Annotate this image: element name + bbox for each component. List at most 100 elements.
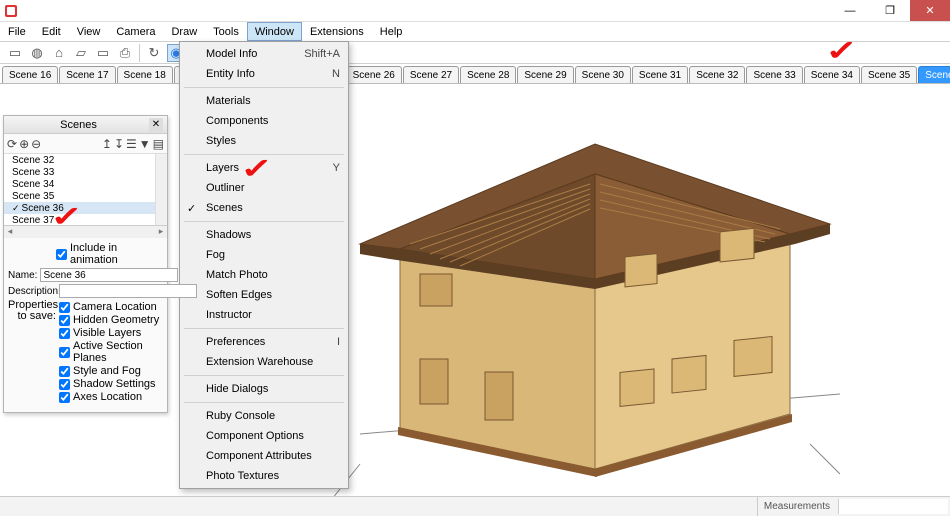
scene-tab[interactable]: Scene 33 (746, 66, 802, 83)
scene-description-input[interactable] (59, 284, 197, 298)
scenes-view-icon[interactable]: ☰ (126, 137, 137, 151)
scenes-details-icon[interactable]: ▤ (153, 137, 164, 151)
menu-item[interactable]: Components (182, 111, 346, 131)
scenes-list-item[interactable]: Scene 37 (4, 214, 167, 226)
scene-tab[interactable]: Scene 34 (804, 66, 860, 83)
menu-item-label: Component Options (206, 430, 304, 442)
scenes-panel-header[interactable]: Scenes ✕ (4, 116, 167, 134)
property-label: Style and Fog (73, 365, 141, 377)
menu-item[interactable]: Model InfoShift+A (182, 44, 346, 64)
menu-item[interactable]: Outliner (182, 178, 346, 198)
property-checkbox[interactable] (59, 302, 70, 313)
scene-tab[interactable]: Scene 30 (575, 66, 631, 83)
scene-tab[interactable]: Scene 35 (861, 66, 917, 83)
menu-item[interactable]: ✓Scenes (182, 198, 346, 218)
menu-edit[interactable]: Edit (34, 22, 69, 41)
menu-item[interactable]: Photo Textures (182, 466, 346, 486)
scenes-scrollbar-v[interactable] (155, 154, 167, 225)
scenes-list-item[interactable]: Scene 35 (4, 190, 167, 202)
scenes-list-item[interactable]: Scene 34 (4, 178, 167, 190)
scene-tab[interactable]: Scene 28 (460, 66, 516, 83)
scenes-list-item[interactable]: ✓Scene 36 (4, 202, 167, 214)
titlebar: — ❐ ✕ (0, 0, 950, 22)
include-in-animation-checkbox[interactable] (56, 249, 67, 260)
scenes-menu-icon[interactable]: ▼ (139, 137, 151, 151)
menu-item[interactable]: Component Attributes (182, 446, 346, 466)
scene-tab[interactable]: Scene 16 (2, 66, 58, 83)
scene-tab[interactable]: Scene 18 (117, 66, 173, 83)
toolbar-btn-1[interactable]: ▭ (6, 44, 24, 62)
menu-file[interactable]: File (0, 22, 34, 41)
minimize-button[interactable]: — (830, 0, 870, 21)
menu-item-label: Fog (206, 249, 225, 261)
scene-name-input[interactable] (40, 268, 178, 282)
scene-tab[interactable]: Scene 17 (59, 66, 115, 83)
menu-item[interactable]: Component Options (182, 426, 346, 446)
menu-item[interactable]: Ruby Console (182, 406, 346, 426)
menu-item[interactable]: Hide Dialogs (182, 379, 346, 399)
scenes-list[interactable]: Scene 32Scene 33Scene 34Scene 35✓Scene 3… (4, 154, 167, 226)
toolbar-btn-6[interactable]: ⎙ (116, 44, 134, 62)
scenes-add-icon[interactable]: ⊕ (19, 137, 29, 151)
close-button[interactable]: ✕ (910, 0, 950, 21)
scenes-panel[interactable]: Scenes ✕ ⟳ ⊕ ⊖ ↥ ↧ ☰ ▼ ▤ Scene 32Scene 3… (3, 115, 168, 413)
menu-item[interactable]: Materials (182, 91, 346, 111)
menu-camera[interactable]: Camera (108, 22, 163, 41)
menu-item[interactable]: Soften Edges (182, 285, 346, 305)
scene-tab[interactable]: Scene 32 (689, 66, 745, 83)
property-checkbox[interactable] (59, 366, 70, 377)
scenes-remove-icon[interactable]: ⊖ (31, 137, 41, 151)
property-checkbox[interactable] (59, 315, 70, 326)
property-checkbox[interactable] (59, 328, 70, 339)
measurements-label: Measurements (757, 497, 836, 516)
menu-item[interactable]: Entity InfoN (182, 64, 346, 84)
menu-item[interactable]: Extension Warehouse (182, 352, 346, 372)
scenes-panel-title: Scenes (8, 119, 149, 131)
menu-item[interactable]: Match Photo (182, 265, 346, 285)
menu-item[interactable]: Styles (182, 131, 346, 151)
menu-window[interactable]: Window (247, 22, 302, 41)
menu-item[interactable]: Shadows (182, 225, 346, 245)
scroll-right-icon[interactable]: ▸ (155, 226, 167, 238)
maximize-button[interactable]: ❐ (870, 0, 910, 21)
menu-view[interactable]: View (69, 22, 109, 41)
scenes-scrollbar-h[interactable]: ◂ ▸ (4, 226, 167, 238)
toolbar-btn-2[interactable]: ◍ (28, 44, 46, 62)
scene-tab[interactable]: Scene 27 (403, 66, 459, 83)
menu-help[interactable]: Help (372, 22, 411, 41)
property-label: Active Section Planes (73, 340, 163, 364)
toolbar-btn-5[interactable]: ▭ (94, 44, 112, 62)
menu-draw[interactable]: Draw (163, 22, 205, 41)
menu-item[interactable]: LayersY (182, 158, 346, 178)
menu-item-shortcut: Y (333, 162, 340, 174)
menu-item-label: Scenes (206, 202, 243, 214)
scenes-panel-close-icon[interactable]: ✕ (149, 118, 163, 132)
scenes-list-item[interactable]: Scene 32 (4, 154, 167, 166)
scene-tab[interactable]: Scene 31 (632, 66, 688, 83)
scroll-left-icon[interactable]: ◂ (4, 226, 16, 238)
property-checkbox[interactable] (59, 392, 70, 403)
scene-tab[interactable]: Scene 29 (517, 66, 573, 83)
property-checkbox[interactable] (59, 379, 70, 390)
toolbar-btn-4[interactable]: ▱ (72, 44, 90, 62)
scene-tab[interactable]: Scene 36 (918, 66, 950, 83)
menu-item[interactable]: PreferencesI (182, 332, 346, 352)
measurements-value[interactable] (838, 499, 948, 514)
scenes-list-item[interactable]: Scene 33 (4, 166, 167, 178)
menu-item[interactable]: Fog (182, 245, 346, 265)
menu-tools[interactable]: Tools (205, 22, 247, 41)
property-checkbox[interactable] (59, 347, 70, 358)
toolbar-btn-3[interactable]: ⌂ (50, 44, 68, 62)
menu-separator (184, 402, 344, 403)
menu-extensions[interactable]: Extensions (302, 22, 372, 41)
include-in-animation-label: Include in animation (70, 242, 163, 266)
toolbar-btn-7[interactable]: ↻ (145, 44, 163, 62)
scene-tab[interactable]: Scene 26 (346, 66, 402, 83)
scenes-toolbar: ⟳ ⊕ ⊖ ↥ ↧ ☰ ▼ ▤ (4, 134, 167, 154)
menu-item-label: Entity Info (206, 68, 255, 80)
scenes-moveup-icon[interactable]: ↥ (102, 137, 112, 151)
menu-item[interactable]: Instructor (182, 305, 346, 325)
scenes-movedown-icon[interactable]: ↧ (114, 137, 124, 151)
properties-to-save-label: Propertiesto save: (8, 300, 56, 322)
scenes-refresh-icon[interactable]: ⟳ (7, 137, 17, 151)
